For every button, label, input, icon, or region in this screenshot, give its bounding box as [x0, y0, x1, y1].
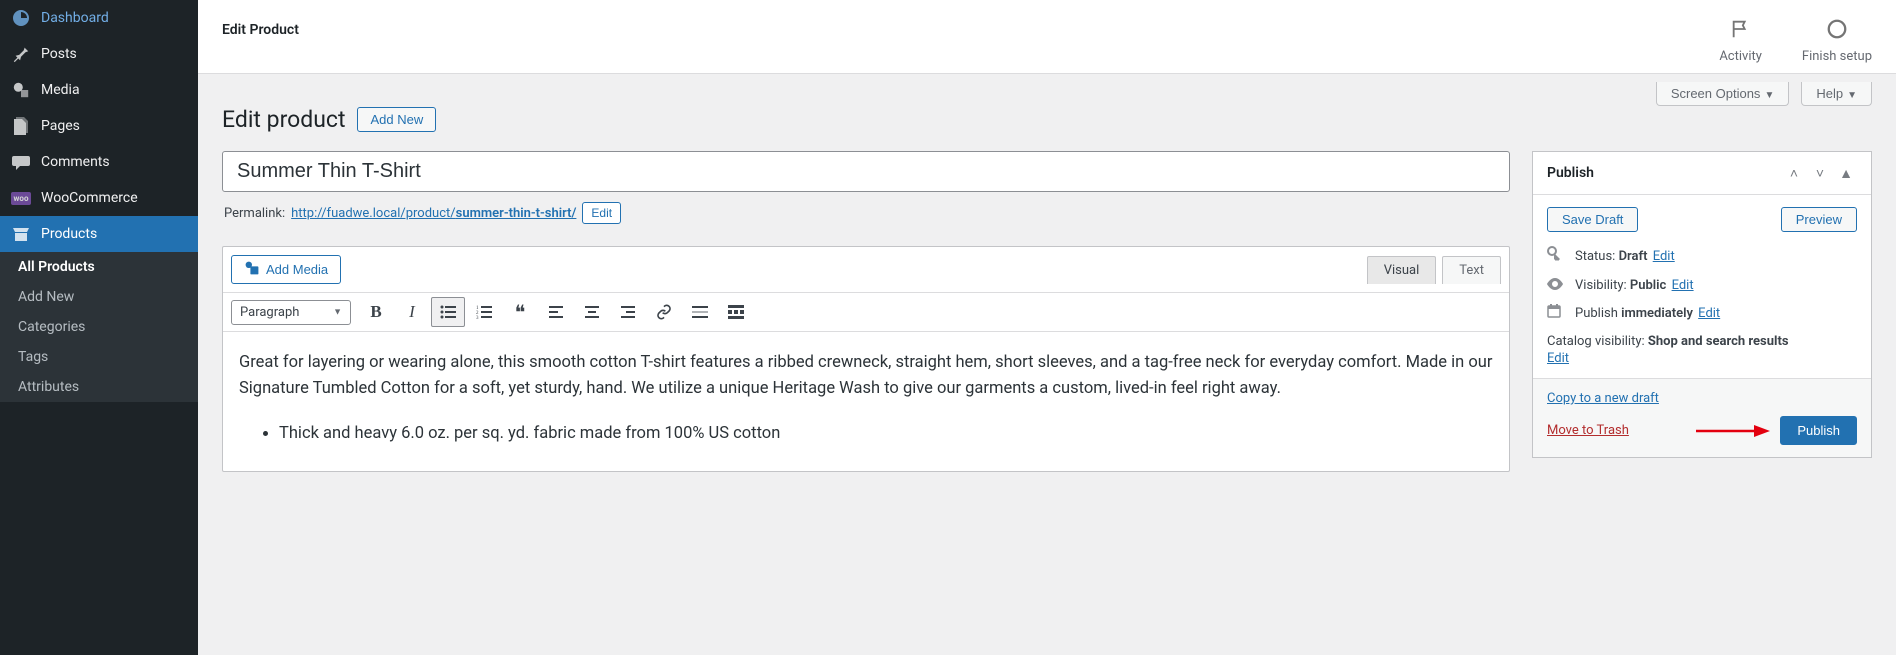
activity-label: Activity — [1719, 49, 1762, 64]
sidebar-sub-all-products[interactable]: All Products — [0, 252, 198, 282]
flag-icon — [1730, 18, 1752, 45]
tab-text[interactable]: Text — [1442, 256, 1501, 284]
editor-box: Add Media Visual Text Paragraph B I — [222, 246, 1510, 472]
editor-bullet: Thick and heavy 6.0 oz. per sq. yd. fabr… — [279, 421, 1493, 447]
add-new-button[interactable]: Add New — [357, 107, 436, 132]
sidebar-sub-add-new[interactable]: Add New — [0, 282, 198, 312]
sidebar-item-label: Dashboard — [41, 10, 109, 26]
help-toggle[interactable]: Help▼ — [1801, 82, 1872, 106]
product-title-input[interactable] — [222, 151, 1510, 192]
circle-icon — [1826, 18, 1848, 45]
editor-content[interactable]: Great for layering or wearing alone, thi… — [223, 332, 1509, 471]
save-draft-button[interactable]: Save Draft — [1547, 207, 1638, 232]
edit-permalink-button[interactable]: Edit — [582, 202, 621, 224]
activity-button[interactable]: Activity — [1719, 18, 1762, 64]
sidebar-item-comments[interactable]: Comments — [0, 144, 198, 180]
box-toggle-button[interactable]: ▲ — [1835, 162, 1857, 184]
publish-button[interactable]: Publish — [1780, 416, 1857, 445]
products-icon — [11, 224, 31, 244]
box-move-down-button[interactable]: ˅ — [1809, 162, 1831, 184]
page-header: Edit product Add New — [222, 74, 1872, 151]
annotation-arrow — [1639, 424, 1770, 438]
box-move-up-button[interactable]: ˄ — [1783, 162, 1805, 184]
move-to-trash-link[interactable]: Move to Trash — [1547, 423, 1629, 438]
pages-icon — [11, 116, 31, 136]
permalink-row: Permalink: http://fuadwe.local/product/s… — [224, 202, 1508, 224]
publish-box-title: Publish — [1547, 165, 1783, 181]
link-button[interactable] — [647, 297, 681, 327]
copy-to-draft-link[interactable]: Copy to a new draft — [1547, 391, 1857, 406]
sidebar-item-label: WooCommerce — [41, 190, 138, 206]
comments-icon — [11, 152, 31, 172]
dashboard-icon — [11, 8, 31, 28]
screen-meta-links: Screen Options▼ Help▼ — [1656, 82, 1872, 106]
edit-schedule-link[interactable]: Edit — [1698, 306, 1720, 321]
quote-button[interactable]: ❝ — [503, 297, 537, 327]
edit-visibility-link[interactable]: Edit — [1672, 278, 1694, 293]
schedule-row: Publish immediately Edit — [1547, 304, 1857, 322]
media-icon — [244, 260, 260, 279]
sidebar-item-pages[interactable]: Pages — [0, 108, 198, 144]
key-icon — [1547, 246, 1565, 266]
pin-icon — [11, 44, 31, 64]
sidebar-item-woocommerce[interactable]: woo WooCommerce — [0, 180, 198, 216]
finish-setup-label: Finish setup — [1802, 49, 1872, 64]
sidebar-item-label: Products — [41, 226, 97, 242]
woo-icon: woo — [11, 188, 31, 208]
sidebar-item-products[interactable]: Products — [0, 216, 198, 252]
italic-button[interactable]: I — [395, 297, 429, 327]
add-media-button[interactable]: Add Media — [231, 255, 341, 284]
publish-box: Publish ˄ ˅ ▲ Save Draft Preview — [1532, 151, 1872, 458]
page-title: Edit product — [222, 106, 345, 133]
align-center-button[interactable] — [575, 297, 609, 327]
sidebar-sub-categories[interactable]: Categories — [0, 312, 198, 342]
permalink-label: Permalink: — [224, 206, 285, 221]
read-more-button[interactable] — [683, 297, 717, 327]
numbered-list-button[interactable]: 123 — [467, 297, 501, 327]
catalog-visibility-row: Catalog visibility: Shop and search resu… — [1547, 334, 1857, 366]
sidebar-item-dashboard[interactable]: Dashboard — [0, 0, 198, 36]
preview-button[interactable]: Preview — [1781, 207, 1857, 232]
admin-sidebar: Dashboard Posts Media Pages Comments woo… — [0, 0, 198, 655]
topbar: Edit Product Activity Finish setup — [198, 0, 1896, 74]
bullet-list-button[interactable] — [431, 297, 465, 327]
permalink-link[interactable]: http://fuadwe.local/product/summer-thin-… — [291, 206, 576, 221]
svg-text:3: 3 — [476, 316, 479, 319]
calendar-icon — [1547, 304, 1565, 322]
visibility-row: Visibility: Public Edit — [1547, 276, 1857, 294]
editor-toolbar: Paragraph B I 123 ❝ — [223, 292, 1509, 332]
format-select[interactable]: Paragraph — [231, 300, 351, 325]
align-left-button[interactable] — [539, 297, 573, 327]
status-row: Status: Draft Edit — [1547, 246, 1857, 266]
edit-catalog-link[interactable]: Edit — [1547, 351, 1857, 366]
sidebar-item-label: Pages — [41, 118, 80, 134]
editor-paragraph: Great for layering or wearing alone, thi… — [239, 350, 1493, 403]
eye-icon — [1547, 276, 1565, 294]
finish-setup-button[interactable]: Finish setup — [1802, 18, 1872, 64]
sidebar-sub-attributes[interactable]: Attributes — [0, 372, 198, 402]
sidebar-item-posts[interactable]: Posts — [0, 36, 198, 72]
bold-button[interactable]: B — [359, 297, 393, 327]
tab-visual[interactable]: Visual — [1367, 256, 1437, 284]
sidebar-submenu-products: All Products Add New Categories Tags Att… — [0, 252, 198, 402]
topbar-title: Edit Product — [222, 18, 299, 38]
toolbar-toggle-button[interactable] — [719, 297, 753, 327]
screen-options-toggle[interactable]: Screen Options▼ — [1656, 82, 1790, 106]
align-right-button[interactable] — [611, 297, 645, 327]
sidebar-item-media[interactable]: Media — [0, 72, 198, 108]
sidebar-sub-tags[interactable]: Tags — [0, 342, 198, 372]
media-icon — [11, 80, 31, 100]
sidebar-item-label: Comments — [41, 154, 110, 170]
sidebar-item-label: Media — [41, 82, 80, 98]
edit-status-link[interactable]: Edit — [1653, 249, 1675, 264]
sidebar-item-label: Posts — [41, 46, 77, 62]
main-area: Edit Product Activity Finish setup Scree… — [198, 0, 1896, 655]
